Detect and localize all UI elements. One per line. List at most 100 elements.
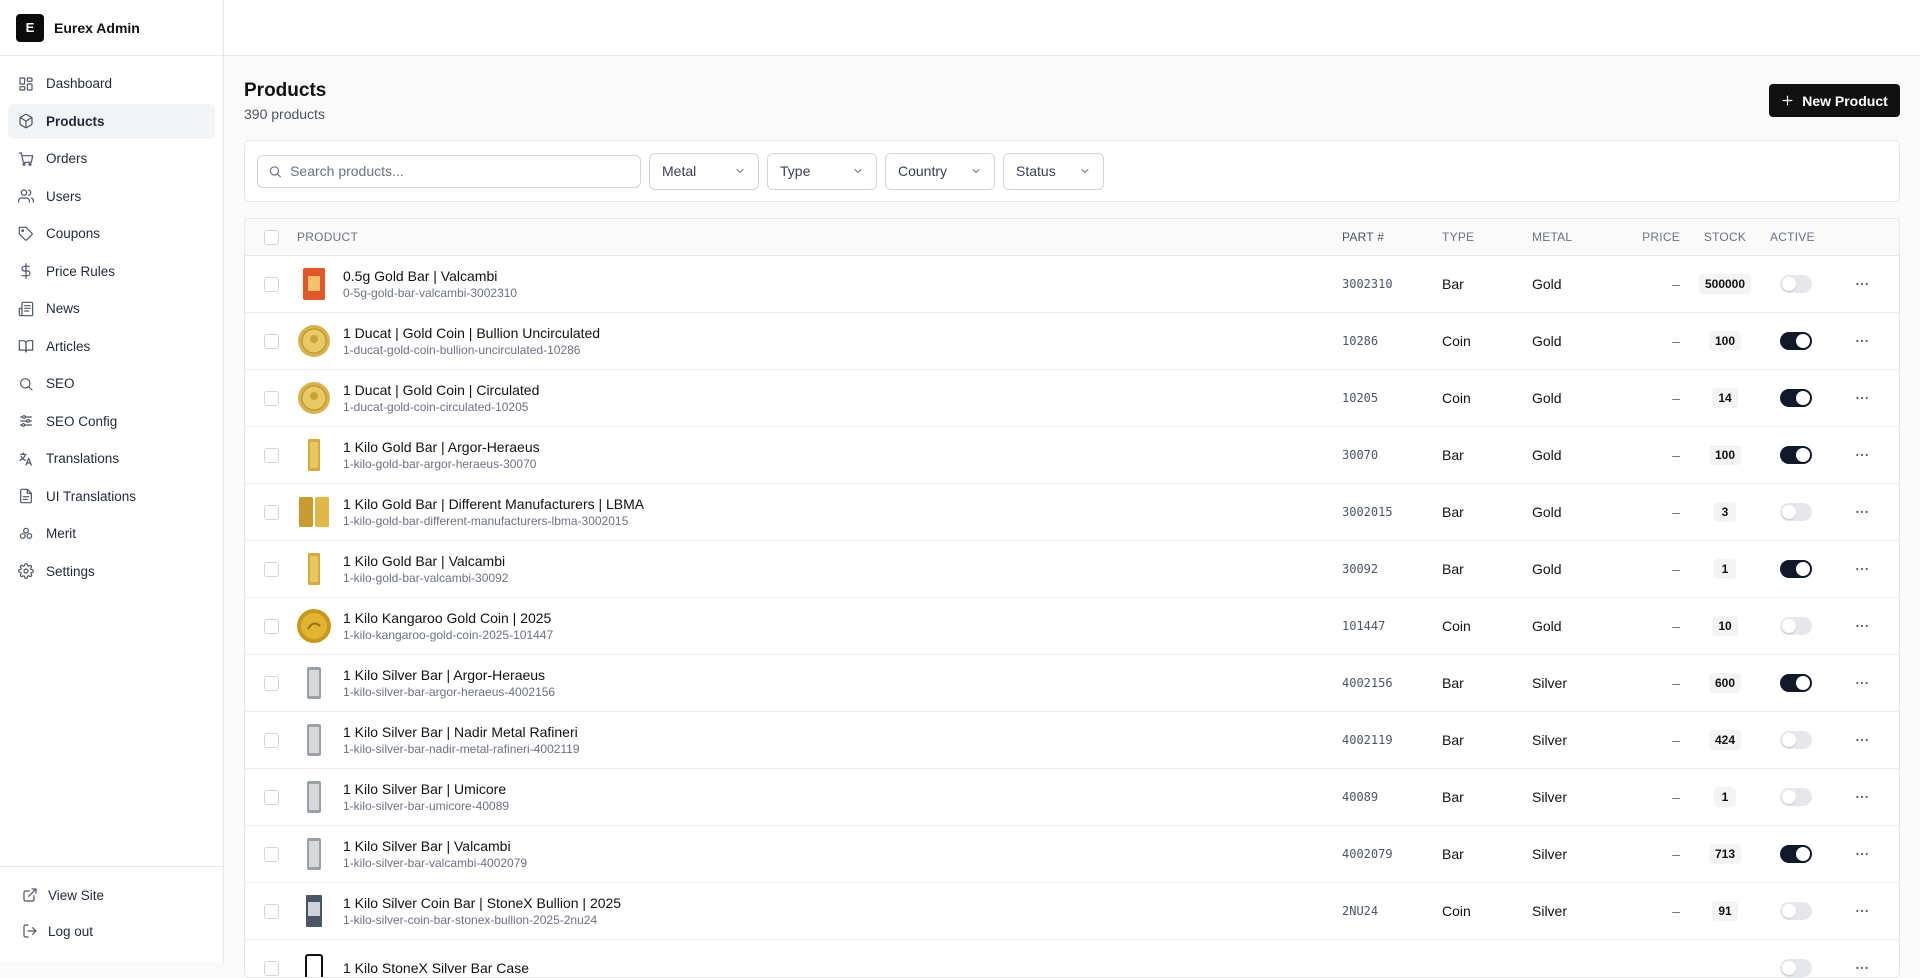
- table-row[interactable]: 1 Ducat | Gold Coin | Bullion Uncirculat…: [245, 313, 1899, 370]
- type-filter[interactable]: Type: [767, 152, 877, 190]
- product-name[interactable]: 1 Kilo Gold Bar | Argor-Heraeus: [343, 439, 540, 455]
- logout-button[interactable]: Log out: [12, 913, 211, 949]
- sidebar-item-ui-translations[interactable]: UI Translations: [8, 479, 215, 514]
- active-toggle[interactable]: [1780, 560, 1812, 578]
- product-name[interactable]: 1 Kilo Silver Bar | Valcambi: [343, 838, 527, 854]
- product-name[interactable]: 1 Kilo Gold Bar | Different Manufacturer…: [343, 496, 644, 512]
- select-all-checkbox[interactable]: [263, 229, 279, 245]
- table-row[interactable]: 1 Kilo Gold Bar | Valcambi 1-kilo-gold-ba…: [245, 541, 1899, 598]
- product-name[interactable]: 0.5g Gold Bar | Valcambi: [343, 268, 517, 284]
- product-name[interactable]: 1 Kilo Silver Bar | Umicore: [343, 781, 509, 797]
- active-toggle[interactable]: [1780, 674, 1812, 692]
- sidebar-item-price-rules[interactable]: Price Rules: [8, 254, 215, 289]
- active-toggle[interactable]: [1780, 959, 1812, 977]
- column-part[interactable]: Part #: [1342, 230, 1442, 244]
- sidebar-item-users[interactable]: Users: [8, 179, 215, 214]
- active-toggle[interactable]: [1780, 788, 1812, 806]
- table-row[interactable]: 1 Kilo Silver Bar | Argor-Heraeus 1-kilo-…: [245, 655, 1899, 712]
- more-actions-icon[interactable]: [1854, 390, 1870, 406]
- product-name[interactable]: 1 Kilo Silver Bar | Nadir Metal Rafineri: [343, 724, 580, 740]
- search-input[interactable]: [290, 163, 630, 179]
- more-actions-icon[interactable]: [1854, 903, 1870, 919]
- active-toggle[interactable]: [1780, 275, 1812, 293]
- active-toggle[interactable]: [1780, 446, 1812, 464]
- sidebar-item-settings[interactable]: Settings: [8, 554, 215, 589]
- product-name[interactable]: 1 Kilo Silver Bar | Argor-Heraeus: [343, 667, 555, 683]
- row-checkbox[interactable]: [263, 618, 279, 634]
- more-actions-icon[interactable]: [1854, 789, 1870, 805]
- product-price: –: [1672, 789, 1680, 805]
- search-box[interactable]: [257, 154, 641, 188]
- row-checkbox[interactable]: [263, 903, 279, 919]
- sidebar-item-news[interactable]: News: [8, 291, 215, 326]
- new-product-button[interactable]: New Product: [1769, 84, 1900, 117]
- sidebar-item-products[interactable]: Products: [8, 103, 215, 139]
- more-actions-icon[interactable]: [1854, 732, 1870, 748]
- active-toggle[interactable]: [1780, 503, 1812, 521]
- more-actions-icon[interactable]: [1854, 618, 1870, 634]
- active-toggle[interactable]: [1780, 731, 1812, 749]
- country-filter[interactable]: Country: [885, 152, 995, 190]
- row-checkbox[interactable]: [263, 390, 279, 406]
- column-active[interactable]: Active: [1770, 230, 1842, 244]
- sidebar-item-coupons[interactable]: Coupons: [8, 216, 215, 251]
- more-actions-icon[interactable]: [1854, 447, 1870, 463]
- active-toggle[interactable]: [1780, 617, 1812, 635]
- more-actions-icon[interactable]: [1854, 846, 1870, 862]
- sidebar-item-seo-config[interactable]: SEO Config: [8, 404, 215, 439]
- view-site-link[interactable]: View Site: [12, 877, 211, 913]
- table-row[interactable]: 1 Kilo Silver Bar | Nadir Metal Rafineri…: [245, 712, 1899, 769]
- table-row[interactable]: 0.5g Gold Bar | Valcambi 0-5g-gold-bar-va…: [245, 256, 1899, 313]
- row-checkbox[interactable]: [263, 846, 279, 862]
- product-name[interactable]: 1 Kilo Gold Bar | Valcambi: [343, 553, 508, 569]
- brand[interactable]: E Eurex Admin: [0, 0, 223, 56]
- more-actions-icon[interactable]: [1854, 504, 1870, 520]
- product-name[interactable]: 1 Ducat | Gold Coin | Bullion Uncirculat…: [343, 325, 600, 341]
- table-row[interactable]: 1 Kilo Silver Bar | Valcambi 1-kilo-silve…: [245, 826, 1899, 883]
- column-price[interactable]: Price: [1632, 230, 1680, 244]
- row-checkbox[interactable]: [263, 789, 279, 805]
- active-toggle[interactable]: [1780, 902, 1812, 920]
- table-row[interactable]: 1 Kilo Silver Coin Bar | StoneX Bullion …: [245, 883, 1899, 940]
- more-actions-icon[interactable]: [1854, 276, 1870, 292]
- active-toggle[interactable]: [1780, 332, 1812, 350]
- table-row[interactable]: 1 Kilo StoneX Silver Bar Case: [245, 940, 1899, 977]
- status-filter[interactable]: Status: [1003, 152, 1104, 190]
- chevron-down-icon: [972, 169, 980, 174]
- row-checkbox[interactable]: [263, 561, 279, 577]
- row-checkbox[interactable]: [263, 276, 279, 292]
- sidebar-item-seo[interactable]: SEO: [8, 366, 215, 401]
- table-row[interactable]: 1 Kilo Silver Bar | Umicore 1-kilo-silver…: [245, 769, 1899, 826]
- sidebar-item-articles[interactable]: Articles: [8, 329, 215, 364]
- row-checkbox[interactable]: [263, 732, 279, 748]
- column-metal[interactable]: Metal: [1532, 230, 1632, 244]
- more-actions-icon[interactable]: [1854, 960, 1870, 976]
- row-checkbox[interactable]: [263, 447, 279, 463]
- active-toggle[interactable]: [1780, 389, 1812, 407]
- product-name[interactable]: 1 Kilo StoneX Silver Bar Case: [343, 960, 529, 976]
- column-stock[interactable]: Stock: [1680, 230, 1770, 244]
- active-toggle[interactable]: [1780, 845, 1812, 863]
- table-row[interactable]: 1 Kilo Kangaroo Gold Coin | 2025 1-kilo-k…: [245, 598, 1899, 655]
- column-product[interactable]: Product: [297, 230, 1342, 244]
- sidebar-item-orders[interactable]: Orders: [8, 141, 215, 176]
- sidebar-item-translations[interactable]: Translations: [8, 441, 215, 476]
- row-checkbox[interactable]: [263, 675, 279, 691]
- column-type[interactable]: Type: [1442, 230, 1532, 244]
- row-checkbox[interactable]: [263, 504, 279, 520]
- product-name[interactable]: 1 Kilo Silver Coin Bar | StoneX Bullion …: [343, 895, 621, 911]
- sidebar-item-dashboard[interactable]: Dashboard: [8, 66, 215, 101]
- sidebar-item-merit[interactable]: Merit: [8, 516, 215, 551]
- more-actions-icon[interactable]: [1854, 675, 1870, 691]
- table-row[interactable]: 1 Kilo Gold Bar | Argor-Heraeus 1-kilo-go…: [245, 427, 1899, 484]
- more-actions-icon[interactable]: [1854, 561, 1870, 577]
- book-icon: [18, 340, 34, 353]
- product-name[interactable]: 1 Kilo Kangaroo Gold Coin | 2025: [343, 610, 553, 626]
- table-row[interactable]: 1 Kilo Gold Bar | Different Manufacturer…: [245, 484, 1899, 541]
- row-checkbox[interactable]: [263, 333, 279, 349]
- more-actions-icon[interactable]: [1854, 333, 1870, 349]
- product-name[interactable]: 1 Ducat | Gold Coin | Circulated: [343, 382, 539, 398]
- metal-filter[interactable]: Metal: [649, 152, 759, 190]
- cart-icon: [18, 151, 34, 166]
- table-row[interactable]: 1 Ducat | Gold Coin | Circulated 1-ducat-…: [245, 370, 1899, 427]
